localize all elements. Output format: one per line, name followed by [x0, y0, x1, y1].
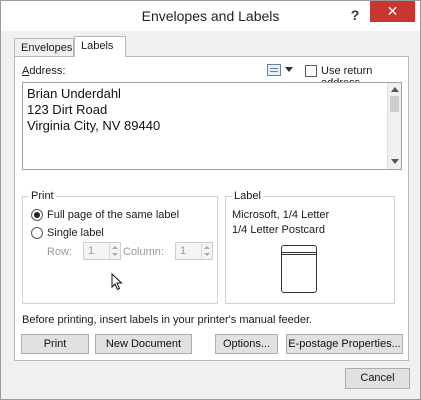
- new-document-button[interactable]: New Document: [95, 334, 192, 354]
- address-text: Brian Underdahl 123 Dirt Road Virginia C…: [27, 86, 160, 134]
- scroll-thumb[interactable]: [390, 96, 399, 112]
- full-page-label[interactable]: Full page of the same label: [47, 209, 179, 221]
- tab-labels[interactable]: Labels: [74, 36, 126, 57]
- single-label-radio[interactable]: [31, 227, 43, 239]
- address-line: Brian Underdahl: [27, 86, 121, 101]
- address-line: 123 Dirt Road: [27, 102, 108, 117]
- mouse-cursor-icon: [111, 273, 123, 291]
- print-button[interactable]: Print: [21, 334, 89, 354]
- address-book-icon[interactable]: [267, 64, 281, 76]
- scroll-down-icon[interactable]: [391, 159, 399, 164]
- labels-tab-panel: Address: Use return address Brian Underd…: [14, 56, 409, 361]
- address-line: Virginia City, NV 89440: [27, 118, 161, 133]
- label-group[interactable]: Label Microsoft, 1/4 Letter 1/4 Letter P…: [225, 190, 395, 304]
- single-label-label[interactable]: Single label: [47, 227, 104, 239]
- column-spin-buttons[interactable]: [201, 243, 212, 259]
- address-scrollbar[interactable]: [387, 83, 401, 169]
- cancel-button[interactable]: Cancel: [345, 368, 410, 389]
- label-group-title: Label: [232, 190, 263, 202]
- row-value: 1: [88, 245, 95, 257]
- scroll-up-icon[interactable]: [391, 87, 399, 92]
- full-page-radio[interactable]: [31, 209, 43, 221]
- address-textarea[interactable]: Brian Underdahl 123 Dirt Road Virginia C…: [22, 82, 402, 170]
- help-button[interactable]: ?: [347, 7, 363, 23]
- use-return-address-checkbox[interactable]: [305, 65, 317, 77]
- column-value: 1: [180, 245, 187, 257]
- row-label: Row:: [47, 246, 73, 258]
- address-label: Address:: [22, 65, 66, 77]
- options-button[interactable]: Options...: [215, 334, 278, 354]
- tab-envelopes[interactable]: Envelopes: [14, 38, 74, 56]
- label-preview-icon[interactable]: [281, 245, 317, 293]
- label-vendor[interactable]: Microsoft, 1/4 Letter: [232, 209, 329, 221]
- row-stepper[interactable]: 1: [83, 242, 121, 260]
- column-label: Column:: [123, 246, 164, 258]
- envelopes-labels-dialog: Envelopes and Labels ? ✕ Envelopes Label…: [0, 0, 421, 400]
- label-product[interactable]: 1/4 Letter Postcard: [232, 224, 325, 236]
- printer-notice: Before printing, insert labels in your p…: [22, 314, 313, 326]
- row-spin-buttons[interactable]: [109, 243, 120, 259]
- title-bar[interactable]: Envelopes and Labels ? ✕: [1, 1, 420, 31]
- chevron-down-icon[interactable]: [285, 67, 293, 72]
- print-group-title: Print: [29, 190, 56, 202]
- close-button[interactable]: ✕: [370, 1, 415, 22]
- column-stepper[interactable]: 1: [175, 242, 213, 260]
- print-group: Print Full page of the same label Single…: [22, 190, 218, 304]
- epostage-properties-button[interactable]: E-postage Properties...: [286, 334, 403, 354]
